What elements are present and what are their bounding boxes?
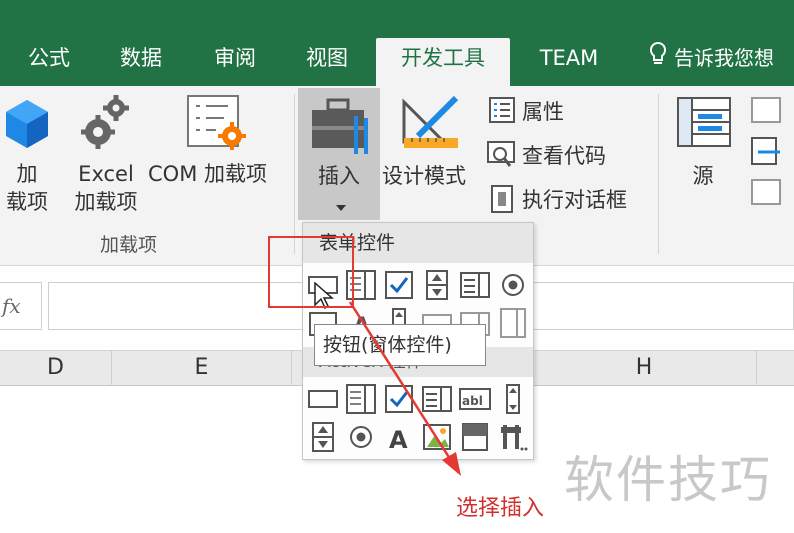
watermark-text: 软件技巧 — [564, 451, 772, 509]
annotation-caption: 选择插入 — [456, 496, 545, 521]
